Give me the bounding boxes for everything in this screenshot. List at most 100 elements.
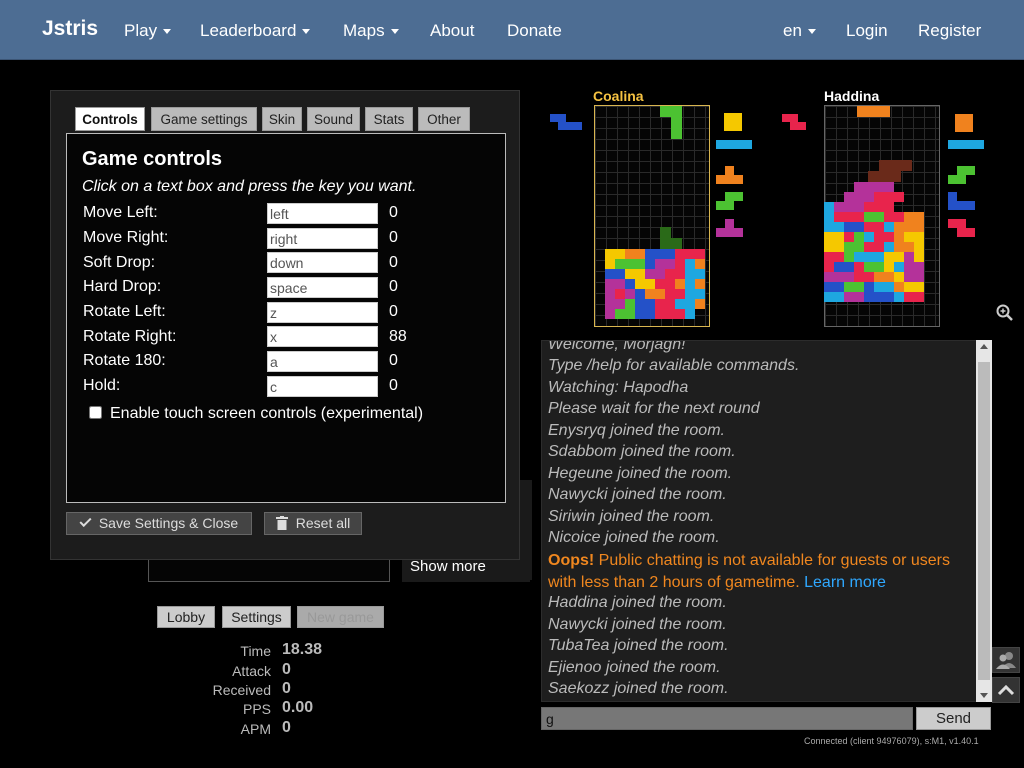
tetris-cell (605, 279, 615, 289)
tetris-cell (914, 282, 924, 292)
tetris-cell (884, 252, 894, 262)
brand-logo[interactable]: Jstris (42, 0, 98, 60)
chat-scrollbar[interactable] (976, 340, 992, 702)
tetris-cell (695, 299, 705, 309)
key-code: 0 (389, 303, 398, 320)
tetris-cell (844, 212, 854, 222)
tab-controls[interactable]: Controls (75, 107, 145, 131)
tetris-cell (884, 212, 894, 222)
tetris-cell (685, 279, 695, 289)
tetris-cell (685, 259, 695, 269)
scroll-thumb[interactable] (978, 362, 990, 680)
nav-leaderboard[interactable]: Leaderboard (200, 0, 311, 60)
lobby-button[interactable]: Lobby (157, 606, 215, 628)
reset-all-button[interactable]: Reset all (264, 512, 362, 535)
key-code: 0 (389, 254, 398, 271)
tetris-cell (605, 269, 615, 279)
tetris-cell (725, 192, 734, 201)
nav-language[interactable]: en (783, 0, 816, 60)
move-right-input[interactable] (267, 228, 378, 249)
tetris-cell (864, 212, 874, 222)
rotate-right-input[interactable] (267, 326, 378, 347)
chat-message: Please wait for the next round (548, 400, 760, 417)
tetris-cell (675, 309, 685, 319)
tab-other[interactable]: Other (418, 107, 470, 131)
stat-label-time: Time (240, 643, 271, 659)
nav-register[interactable]: Register (918, 0, 981, 60)
tetris-cell (734, 192, 743, 201)
send-button[interactable]: Send (916, 707, 991, 730)
rotate-180-input[interactable] (267, 351, 378, 372)
tetris-cell (685, 309, 695, 319)
collapse-chat-button[interactable] (992, 677, 1020, 703)
tetris-cell (743, 140, 752, 149)
stat-label-attack: Attack (232, 663, 271, 679)
learn-more-link[interactable]: Learn more (804, 574, 886, 591)
show-more-link[interactable]: Show more (410, 558, 486, 575)
chat-message: Watching: Hapodha (548, 379, 689, 396)
tetris-cell (854, 252, 864, 262)
save-settings-button[interactable]: Save Settings & Close (66, 512, 252, 535)
tetris-cell (834, 272, 844, 282)
tetris-cell (615, 279, 625, 289)
tetris-cell (605, 289, 615, 299)
users-button[interactable] (992, 647, 1020, 673)
nav-maps[interactable]: Maps (343, 0, 399, 60)
tetris-cell (665, 249, 675, 259)
tetris-cell (966, 228, 975, 237)
settings-button[interactable]: Settings (222, 606, 291, 628)
tab-skin[interactable]: Skin (262, 107, 302, 131)
tetris-cell (857, 106, 868, 117)
tetris-cell (605, 259, 615, 269)
hard-drop-input[interactable] (267, 277, 378, 298)
tetris-cell (655, 249, 665, 259)
chevron-down-icon (302, 29, 311, 35)
chat-message: Ejienoo joined the room. (548, 659, 721, 676)
tetris-cell (854, 202, 864, 212)
tetris-cell (904, 272, 914, 282)
tetris-cell (904, 262, 914, 272)
tab-stats[interactable]: Stats (365, 107, 413, 131)
tetris-cell (834, 282, 844, 292)
nav-play[interactable]: Play (124, 0, 172, 60)
zoom-in-icon[interactable] (996, 304, 1014, 322)
nav-donate[interactable]: Donate (507, 0, 562, 60)
tetris-cell (904, 212, 914, 222)
new-game-button[interactable]: New game (297, 606, 384, 628)
nav-about[interactable]: About (430, 0, 474, 60)
hold-input[interactable] (267, 376, 378, 397)
tetris-cell (894, 252, 904, 262)
tab-game-settings[interactable]: Game settings (151, 107, 257, 131)
scroll-up-arrow-icon[interactable] (980, 344, 988, 349)
tetris-cell (914, 222, 924, 232)
tetris-cell (615, 259, 625, 269)
tetris-cell (964, 114, 973, 123)
settings-dialog: Controls Game settings Skin Sound Stats … (50, 90, 520, 560)
soft-drop-input[interactable] (267, 252, 378, 273)
control-label: Move Left: (83, 204, 158, 221)
tab-sound[interactable]: Sound (307, 107, 360, 131)
chat-message: Siriwin joined the room. (548, 508, 715, 525)
touch-controls-checkbox[interactable] (89, 406, 102, 419)
chat-input[interactable] (541, 707, 913, 730)
tetris-cell (725, 175, 734, 184)
warning-prefix: Oops! (548, 552, 595, 569)
tetris-cell (844, 262, 854, 272)
tetris-cell (655, 259, 665, 269)
tetris-cell (966, 166, 975, 175)
tetris-cell (894, 272, 904, 282)
check-icon (79, 514, 92, 528)
stat-label-received: Received (212, 682, 271, 698)
tetris-cell (844, 272, 854, 282)
chevron-up-icon (997, 684, 1015, 696)
tetris-cell (824, 252, 834, 262)
tetris-cell (671, 238, 682, 249)
tetris-cell (685, 299, 695, 309)
scroll-down-arrow-icon[interactable] (980, 693, 988, 698)
tetris-cell (645, 269, 655, 279)
tetris-cell (824, 242, 834, 252)
rotate-left-input[interactable] (267, 302, 378, 323)
nav-login[interactable]: Login (846, 0, 888, 60)
move-left-input[interactable] (267, 203, 378, 224)
tetris-cell (894, 232, 904, 242)
